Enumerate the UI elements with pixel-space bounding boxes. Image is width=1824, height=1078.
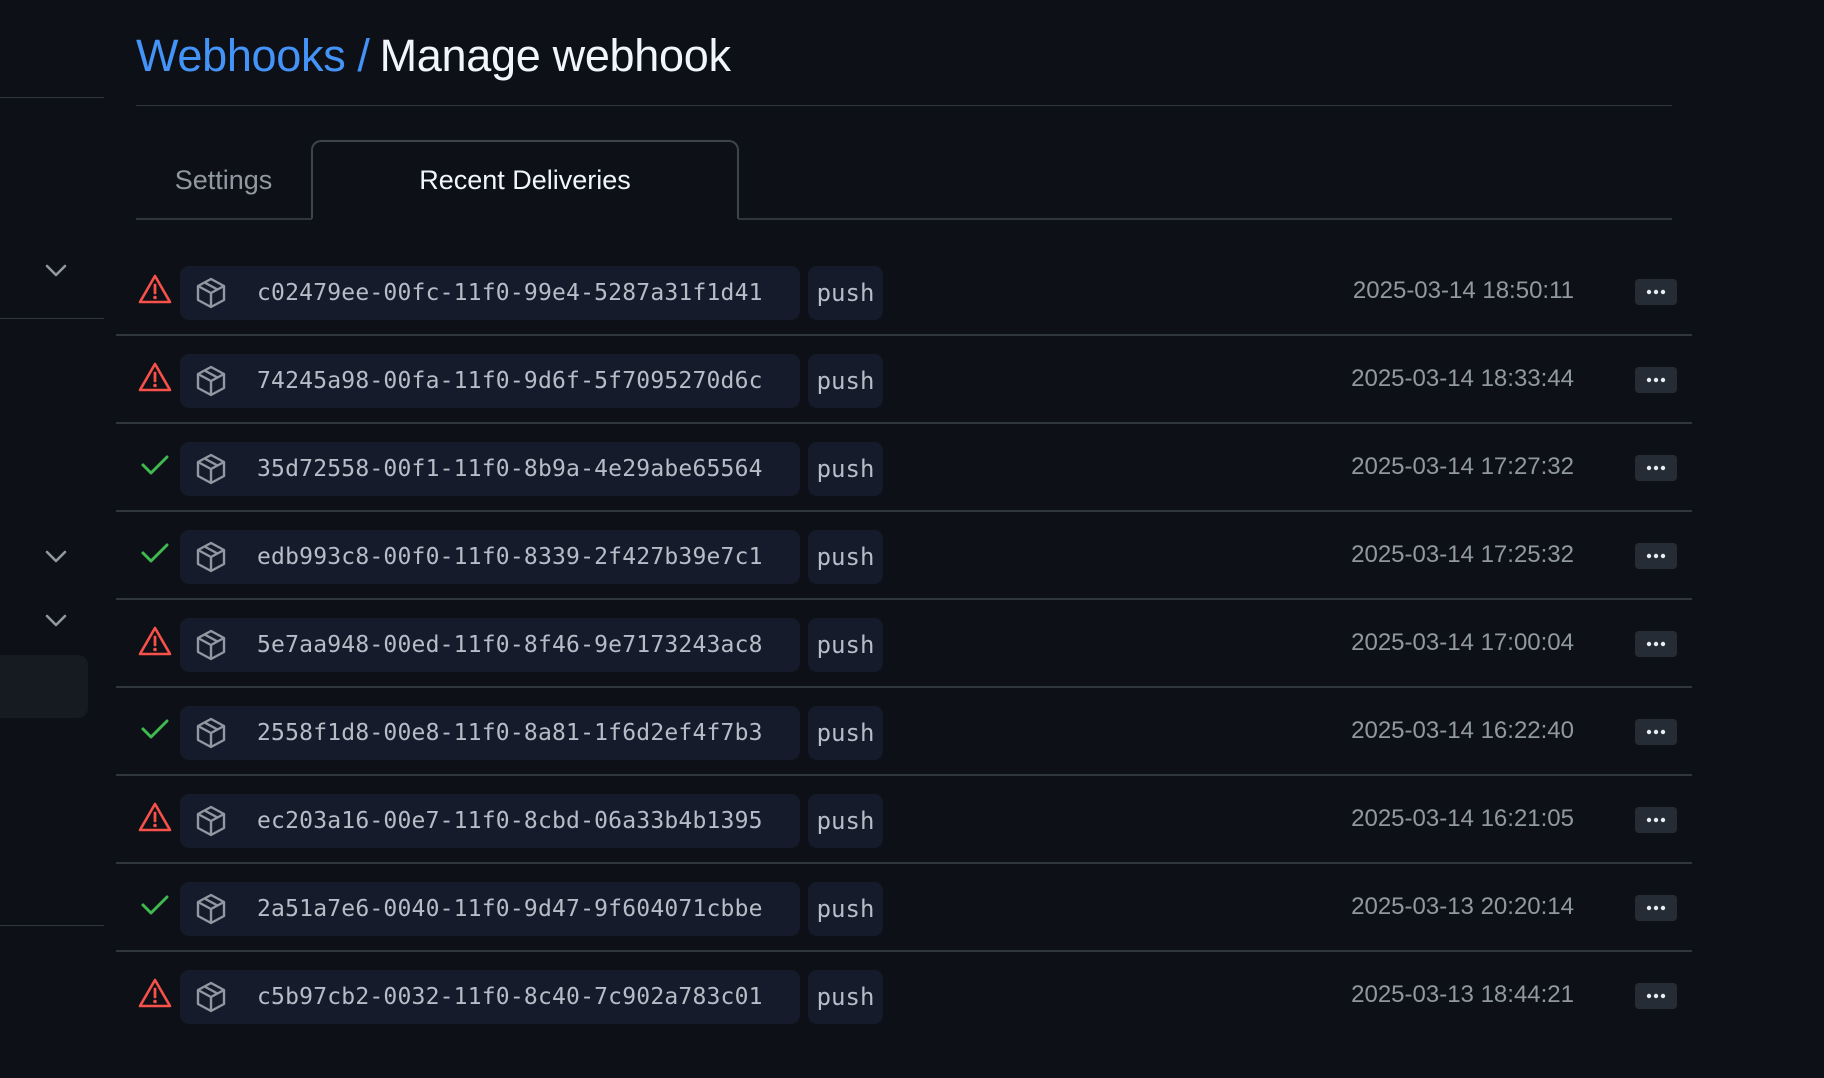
delivery-guid: edb993c8-00f0-11f0-8339-2f427b39e7c1 (257, 544, 763, 570)
delivery-guid-button[interactable]: ec203a16-00e7-11f0-8cbd-06a33b4b1395 (180, 794, 800, 848)
deliveries-list: c02479ee-00fc-11f0-99e4-5287a31f1d41 push… (116, 248, 1692, 1040)
package-icon (194, 804, 228, 838)
tab-recent-deliveries[interactable]: Recent Deliveries (311, 140, 739, 220)
alert-triangle-icon (138, 976, 172, 1010)
delivery-row[interactable]: 2558f1d8-00e8-11f0-8a81-1f6d2ef4f7b3 push… (116, 688, 1692, 776)
kebab-horizontal-icon[interactable] (1635, 543, 1677, 569)
delivery-guid: c02479ee-00fc-11f0-99e4-5287a31f1d41 (257, 280, 763, 306)
delivery-timestamp: 2025-03-14 17:00:04 (1351, 629, 1574, 656)
check-icon (138, 712, 172, 746)
delivery-event-label: push (808, 794, 883, 848)
delivery-row[interactable]: 35d72558-00f1-11f0-8b9a-4e29abe65564 push… (116, 424, 1692, 512)
delivery-guid: 35d72558-00f1-11f0-8b9a-4e29abe65564 (257, 456, 763, 482)
delivery-guid: 2558f1d8-00e8-11f0-8a81-1f6d2ef4f7b3 (257, 720, 763, 746)
delivery-timestamp: 2025-03-14 18:50:11 (1352, 277, 1574, 304)
package-icon (194, 364, 228, 398)
delivery-guid-button[interactable]: 2a51a7e6-0040-11f0-9d47-9f604071cbbe (180, 882, 800, 936)
delivery-row[interactable]: c02479ee-00fc-11f0-99e4-5287a31f1d41 push… (116, 248, 1692, 336)
webhook-page: Webhooks / Manage webhook Settings Recen… (0, 0, 1824, 1078)
page-header: Webhooks / Manage webhook (136, 22, 1672, 106)
check-icon (138, 536, 172, 570)
delivery-timestamp: 2025-03-13 20:20:14 (1351, 893, 1574, 920)
kebab-horizontal-icon[interactable] (1635, 455, 1677, 481)
delivery-timestamp: 2025-03-14 16:21:05 (1351, 805, 1574, 832)
delivery-guid-button[interactable]: 35d72558-00f1-11f0-8b9a-4e29abe65564 (180, 442, 800, 496)
delivery-row[interactable]: ec203a16-00e7-11f0-8cbd-06a33b4b1395 push… (116, 776, 1692, 864)
sidebar-expand-chevron-icon[interactable] (42, 607, 70, 635)
package-icon (194, 540, 228, 574)
sidebar-expand-chevron-icon[interactable] (42, 257, 70, 285)
delivery-event-label: push (808, 530, 883, 584)
delivery-guid-button[interactable]: c02479ee-00fc-11f0-99e4-5287a31f1d41 (180, 266, 800, 320)
delivery-row[interactable]: c5b97cb2-0032-11f0-8c40-7c902a783c01 push… (116, 952, 1692, 1040)
delivery-row[interactable]: 2a51a7e6-0040-11f0-9d47-9f604071cbbe push… (116, 864, 1692, 952)
delivery-guid: c5b97cb2-0032-11f0-8c40-7c902a783c01 (257, 984, 763, 1010)
delivery-guid: ec203a16-00e7-11f0-8cbd-06a33b4b1395 (257, 808, 763, 834)
alert-triangle-icon (138, 624, 172, 658)
delivery-timestamp: 2025-03-14 18:33:44 (1351, 365, 1574, 392)
kebab-horizontal-icon[interactable] (1635, 895, 1677, 921)
delivery-row[interactable]: 74245a98-00fa-11f0-9d6f-5f7095270d6c push… (116, 336, 1692, 424)
sidebar-divider (0, 925, 104, 926)
delivery-guid: 5e7aa948-00ed-11f0-8f46-9e7173243ac8 (257, 632, 763, 658)
alert-triangle-icon (138, 360, 172, 394)
delivery-timestamp: 2025-03-14 17:27:32 (1351, 453, 1574, 480)
delivery-guid: 74245a98-00fa-11f0-9d6f-5f7095270d6c (257, 368, 763, 394)
kebab-horizontal-icon[interactable] (1635, 367, 1677, 393)
delivery-timestamp: 2025-03-13 18:44:21 (1351, 981, 1574, 1008)
kebab-horizontal-icon[interactable] (1635, 719, 1677, 745)
delivery-guid-button[interactable]: 2558f1d8-00e8-11f0-8a81-1f6d2ef4f7b3 (180, 706, 800, 760)
kebab-horizontal-icon[interactable] (1635, 807, 1677, 833)
package-icon (194, 452, 228, 486)
check-icon (138, 888, 172, 922)
delivery-row[interactable]: 5e7aa948-00ed-11f0-8f46-9e7173243ac8 push… (116, 600, 1692, 688)
settings-sidebar (0, 0, 104, 1078)
delivery-guid-button[interactable]: edb993c8-00f0-11f0-8339-2f427b39e7c1 (180, 530, 800, 584)
tab-settings[interactable]: Settings (136, 140, 311, 220)
delivery-event-label: push (808, 882, 883, 936)
package-icon (194, 716, 228, 750)
page-title: Manage webhook (379, 30, 731, 81)
alert-triangle-icon (138, 272, 172, 306)
sidebar-divider (0, 97, 104, 98)
package-icon (194, 628, 228, 662)
delivery-event-label: push (808, 706, 883, 760)
delivery-timestamp: 2025-03-14 17:25:32 (1351, 541, 1574, 568)
breadcrumb-webhooks-link[interactable]: Webhooks (136, 22, 346, 90)
kebab-horizontal-icon[interactable] (1635, 983, 1677, 1009)
delivery-guid-button[interactable]: 5e7aa948-00ed-11f0-8f46-9e7173243ac8 (180, 618, 800, 672)
delivery-event-label: push (808, 970, 883, 1024)
kebab-horizontal-icon[interactable] (1635, 631, 1677, 657)
delivery-event-label: push (808, 354, 883, 408)
delivery-timestamp: 2025-03-14 16:22:40 (1351, 717, 1574, 744)
alert-triangle-icon (138, 800, 172, 834)
package-icon (194, 980, 228, 1014)
delivery-event-label: push (808, 266, 883, 320)
package-icon (194, 276, 228, 310)
delivery-event-label: push (808, 618, 883, 672)
delivery-event-label: push (808, 442, 883, 496)
package-icon (194, 892, 228, 926)
delivery-row[interactable]: edb993c8-00f0-11f0-8339-2f427b39e7c1 push… (116, 512, 1692, 600)
delivery-guid-button[interactable]: c5b97cb2-0032-11f0-8c40-7c902a783c01 (180, 970, 800, 1024)
check-icon (138, 448, 172, 482)
sidebar-item-webhooks-active[interactable] (0, 655, 88, 718)
webhook-tabs: Settings Recent Deliveries (136, 140, 1672, 220)
delivery-guid-button[interactable]: 74245a98-00fa-11f0-9d6f-5f7095270d6c (180, 354, 800, 408)
sidebar-divider (0, 318, 104, 319)
breadcrumb-separator: / (357, 30, 370, 81)
kebab-horizontal-icon[interactable] (1635, 279, 1677, 305)
delivery-guid: 2a51a7e6-0040-11f0-9d47-9f604071cbbe (257, 896, 763, 922)
sidebar-expand-chevron-icon[interactable] (42, 543, 70, 571)
